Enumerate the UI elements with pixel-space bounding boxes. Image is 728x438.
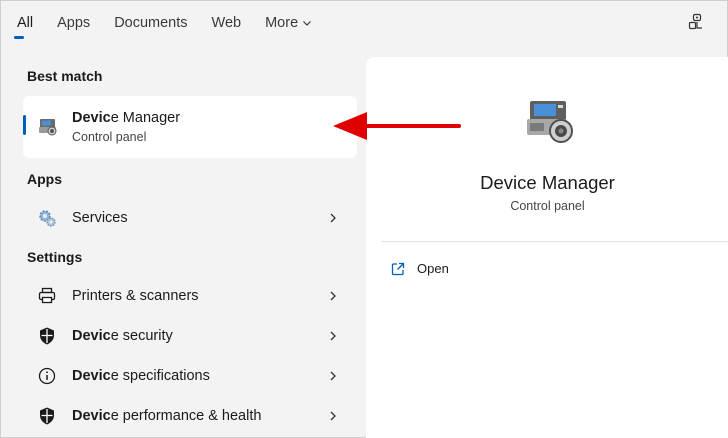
tab-more[interactable]: More — [265, 1, 312, 45]
result-label: Printers & scanners — [72, 288, 199, 304]
open-label: Open — [417, 261, 449, 276]
section-apps: Apps — [27, 171, 62, 187]
chevron-right-icon — [330, 331, 336, 341]
result-label: Device performance & health — [72, 408, 262, 424]
section-best-match: Best match — [27, 68, 103, 84]
tab-documents[interactable]: Documents — [114, 1, 187, 45]
tab-web[interactable]: Web — [212, 1, 242, 45]
chevron-right-icon — [330, 213, 336, 223]
shield-icon — [40, 407, 54, 425]
settings-result-device-security[interactable]: Device security — [23, 317, 357, 355]
app-result-services[interactable]: Services — [23, 199, 357, 237]
open-external-icon — [391, 262, 405, 275]
preview-title: Device Manager — [480, 172, 615, 193]
tab-label: All — [17, 15, 34, 31]
section-settings: Settings — [27, 249, 83, 265]
device-manager-icon — [527, 101, 573, 143]
preview-subtitle: Control panel — [510, 199, 585, 213]
active-tab-indicator — [14, 36, 24, 39]
tab-label: Apps — [57, 15, 91, 31]
open-action[interactable]: Open — [391, 261, 449, 276]
best-match-result[interactable]: Device Manager Control panel — [23, 96, 357, 158]
settings-result-printers[interactable]: Printers & scanners — [23, 277, 357, 315]
best-match-title: Device Manager — [72, 110, 181, 126]
settings-result-device-performance[interactable]: Device performance & health — [23, 397, 357, 435]
search-window: All Apps Documents Web More Best match D… — [0, 0, 728, 438]
share-feedback-icon[interactable] — [687, 13, 705, 31]
tab-apps[interactable]: Apps — [57, 1, 90, 45]
device-manager-icon — [39, 119, 57, 136]
result-label: Device specifications — [72, 368, 210, 384]
tab-label: More — [265, 15, 299, 31]
best-match-subtitle: Control panel — [72, 130, 147, 144]
gear-icon — [39, 210, 56, 227]
divider — [381, 241, 728, 242]
annotation-arrow — [333, 112, 461, 140]
tab-label: Web — [211, 15, 242, 31]
settings-result-device-specifications[interactable]: Device specifications — [23, 357, 357, 395]
shield-icon — [40, 327, 54, 345]
result-label: Device security — [72, 328, 173, 344]
info-icon — [38, 367, 56, 385]
tab-label: Documents — [114, 15, 188, 31]
selection-indicator — [23, 115, 26, 135]
chevron-right-icon — [330, 371, 336, 381]
search-tabs: All Apps Documents Web More — [17, 1, 336, 45]
result-label: Services — [72, 210, 128, 226]
chevron-right-icon — [330, 411, 336, 421]
chevron-right-icon — [330, 291, 336, 301]
printer-icon — [38, 287, 56, 304]
chevron-down-icon — [303, 21, 312, 26]
